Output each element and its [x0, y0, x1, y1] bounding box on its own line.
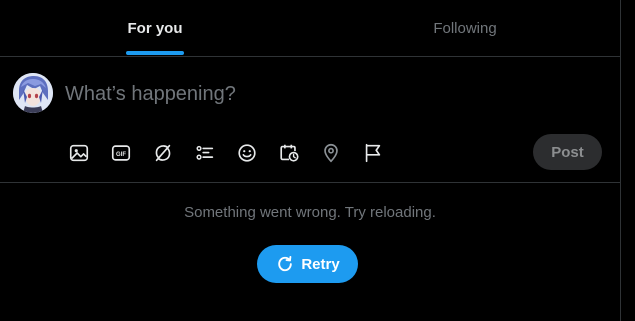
location-button[interactable] — [314, 137, 348, 169]
emoji-button[interactable] — [230, 137, 264, 169]
flag-icon — [365, 143, 381, 163]
user-avatar-anime — [13, 73, 53, 113]
poll-button[interactable] — [188, 137, 222, 169]
compose-input[interactable] — [65, 79, 585, 109]
composer-toolbar: GIF — [62, 137, 398, 169]
error-message: Something went wrong. Try reloading. — [184, 204, 436, 221]
media-button[interactable] — [62, 137, 96, 169]
home-timeline-page: For you Following What’s happening? GIF … — [0, 0, 635, 321]
gif-icon: GIF — [111, 145, 131, 161]
svg-text:GIF: GIF — [116, 152, 126, 158]
tab-label: Following — [433, 19, 497, 37]
poll-icon — [196, 145, 214, 160]
retry-label: Retry — [301, 255, 340, 273]
post-composer: GIF — [0, 57, 620, 183]
tab-for-you[interactable]: For you — [0, 0, 310, 56]
media-icon — [69, 144, 89, 162]
grok-button[interactable] — [146, 137, 180, 169]
post-button[interactable]: Post — [533, 134, 602, 170]
avatar[interactable] — [13, 73, 53, 113]
gif-button[interactable]: GIF — [104, 137, 138, 169]
schedule-icon — [280, 144, 299, 162]
tab-label: For you — [127, 19, 183, 37]
right-column-edge — [621, 0, 635, 321]
location-icon — [324, 143, 338, 163]
tab-following[interactable]: Following — [310, 0, 620, 56]
emoji-icon — [238, 144, 256, 162]
flag-button[interactable] — [356, 137, 390, 169]
retry-button[interactable]: Retry — [257, 245, 358, 283]
grok-icon — [155, 144, 171, 162]
refresh-icon — [275, 254, 295, 274]
active-tab-indicator — [126, 51, 184, 55]
timeline-tabs: For you Following — [0, 0, 620, 57]
main-column: For you Following What’s happening? GIF … — [0, 0, 621, 321]
schedule-button[interactable] — [272, 137, 306, 169]
